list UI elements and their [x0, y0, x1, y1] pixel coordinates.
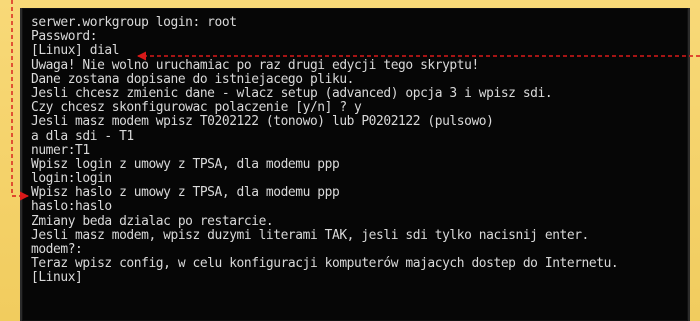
terminal-line-number-input: numer:T1 [31, 142, 90, 158]
terminal-line-modem-choice-info: Jesli masz modem, wpisz duzymi literami … [31, 227, 589, 243]
terminal-line-change-info: Jesli chcesz zmienic dane - wlacz setup … [31, 85, 553, 101]
terminal-line-warning: Uwaga! Nie wolno uruchamiac po raz drugi… [31, 57, 479, 73]
terminal-output: serwer.workgroup login: root Password: [… [31, 15, 619, 286]
terminal-line-password-info: Wpisz haslo z umowy z TPSA, dla modemu p… [31, 185, 340, 201]
terminal-line-dial-command: [Linux] dial [31, 43, 120, 59]
terminal-line-password-input: haslo:haslo [31, 199, 112, 215]
terminal-line-sdi-number-info: a dla sdi - T1 [31, 128, 134, 144]
illustration-panel: serwer.workgroup login: root Password: [… [0, 0, 700, 321]
terminal-line-login: serwer.workgroup login: root [31, 15, 237, 30]
terminal-window: serwer.workgroup login: root Password: [… [20, 8, 690, 321]
terminal-line-configure-prompt: Czy chcesz skonfigurowac polaczenie [y/n… [31, 100, 362, 116]
terminal-line-config-info: Teraz wpisz config, w celu konfiguracji … [31, 256, 619, 272]
terminal-line-append-info: Dane zostana dopisane do istniejacego pl… [31, 71, 354, 87]
terminal-line-modem-prompt: modem?: [31, 242, 83, 257]
terminal-line-final-prompt: [Linux] [31, 270, 83, 286]
terminal-line-password: Password: [31, 29, 98, 45]
terminal-line-restart-info: Zmiany beda dzialac po restarcie. [31, 213, 274, 229]
terminal-line-login-input: login:login [31, 171, 112, 187]
terminal-line-modem-number-info: Jesli masz modem wpisz T0202122 (tonowo)… [31, 114, 494, 130]
terminal-line-login-info: Wpisz login z umowy z TPSA, dla modemu p… [31, 156, 340, 172]
